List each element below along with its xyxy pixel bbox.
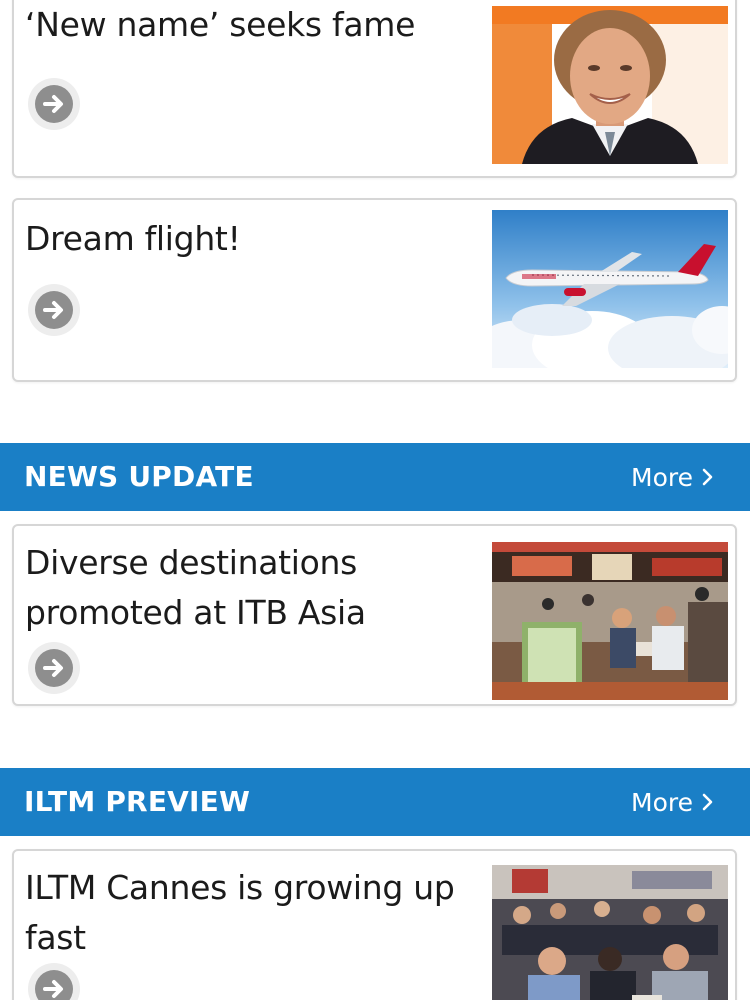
section-header-iltm-preview: ILTM PREVIEW More: [0, 768, 750, 836]
article-title: Dream flight!: [25, 219, 241, 258]
article-card[interactable]: Dream flight!: [12, 198, 737, 382]
section-title: NEWS UPDATE: [24, 460, 254, 493]
more-label: More: [631, 787, 693, 817]
more-link[interactable]: More: [631, 768, 714, 836]
section-header-news-update: NEWS UPDATE More: [0, 443, 750, 511]
chevron-right-icon: [702, 468, 713, 486]
section-title: ILTM PREVIEW: [24, 785, 251, 818]
read-more-icon[interactable]: [28, 963, 80, 1000]
article-thumbnail[interactable]: [492, 865, 728, 1000]
more-link[interactable]: More: [631, 443, 714, 511]
article-thumbnail[interactable]: [492, 542, 728, 700]
chevron-right-icon: [702, 793, 713, 811]
article-title: Diverse destinations promoted at ITB Asi…: [25, 543, 366, 632]
article-title: ‘New name’ seeks fame: [25, 5, 416, 44]
article-card[interactable]: ILTM Cannes is growing up fast: [12, 849, 737, 1000]
read-more-icon[interactable]: [28, 78, 80, 130]
read-more-icon[interactable]: [28, 642, 80, 694]
more-label: More: [631, 462, 693, 492]
read-more-icon[interactable]: [28, 284, 80, 336]
article-title: ILTM Cannes is growing up fast: [25, 868, 455, 957]
article-feed: ‘New name’ seeks fame Dream flight! NEWS…: [0, 0, 750, 1000]
article-card[interactable]: ‘New name’ seeks fame: [12, 0, 737, 178]
article-thumbnail[interactable]: [492, 210, 728, 368]
article-thumbnail[interactable]: [492, 6, 728, 164]
article-card[interactable]: Diverse destinations promoted at ITB Asi…: [12, 524, 737, 706]
